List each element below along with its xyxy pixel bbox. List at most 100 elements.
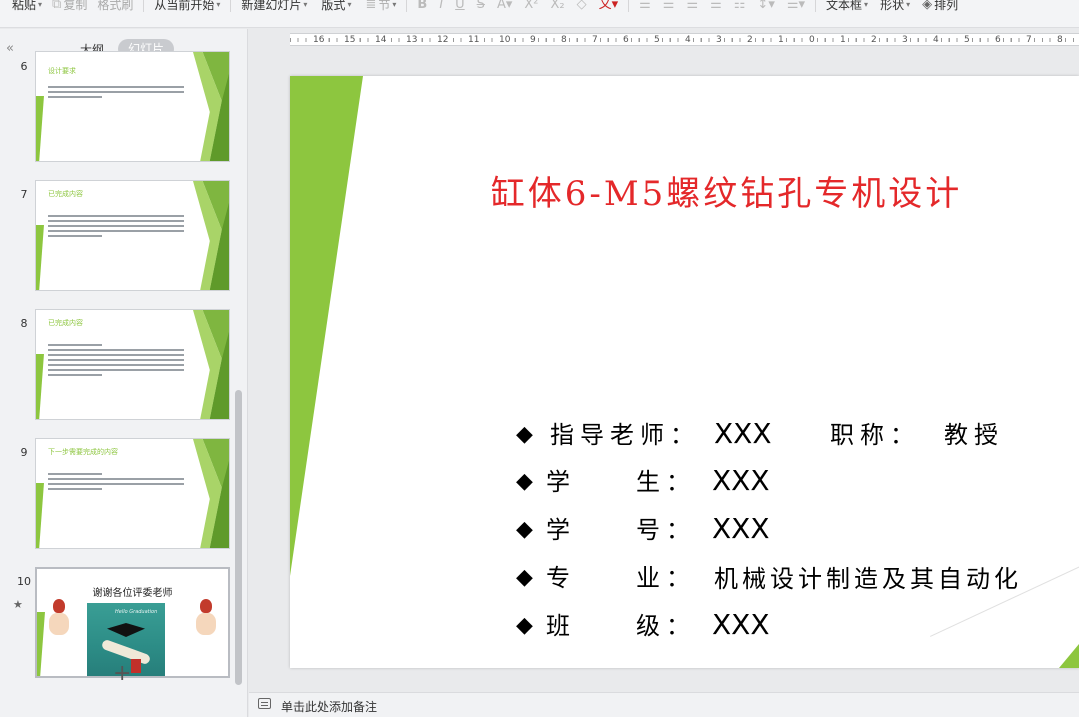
copy-button[interactable]: ⧉ 复制 (52, 0, 87, 11)
italic-icon[interactable]: I (439, 0, 443, 11)
ruler-label: 4 (932, 34, 940, 45)
thumbnail-text-lines (48, 473, 184, 493)
slide-title[interactable]: 缸体6-M5螺纹钻孔专机设计 (290, 166, 1079, 215)
distributed-icon[interactable]: ☷ (734, 0, 746, 11)
ruler-label: 5 (653, 34, 661, 45)
bold-icon[interactable]: B (417, 0, 427, 11)
ruler-label: 6 (622, 34, 630, 45)
ruler-label: 2 (746, 34, 754, 45)
slide-thumbnail-8[interactable]: 已完成内容 (35, 309, 230, 420)
notes-bar[interactable]: 单击此处添加备注 (249, 692, 1079, 717)
diamond-bullet-icon: ◆ (516, 613, 533, 638)
thumbnail-decoration (181, 439, 229, 548)
ruler-label: 8 (1056, 34, 1064, 45)
ruler-label: 4 (684, 34, 692, 45)
panel-scrollbar[interactable] (235, 390, 242, 685)
align-center-icon[interactable]: ☰ (663, 0, 675, 11)
new-slide-button[interactable]: 新建幻灯片 ▾ (241, 0, 307, 11)
collapse-panel-icon[interactable]: « (6, 41, 14, 56)
ruler-label: 3 (715, 34, 723, 45)
slide-thumbnail-7[interactable]: 已完成内容 (35, 180, 230, 291)
layout-button[interactable]: 版式 ▾ (321, 0, 351, 11)
play-from-current-button[interactable]: 从当前开始 ▾ (154, 0, 220, 11)
graduation-cap-icon (107, 623, 145, 637)
clipboard-group: 粘贴 ▾ ⧉ 复制 格式刷 (0, 0, 145, 12)
clear-format-icon[interactable]: ◇ (577, 0, 587, 11)
notes-placeholder[interactable]: 单击此处添加备注 (281, 698, 377, 715)
thumbnail-text-lines (48, 215, 184, 240)
chevron-down-icon: ▾ (906, 0, 911, 9)
section-button[interactable]: ≣ 节 ▾ (365, 0, 396, 11)
ruler-label: 16 (312, 34, 326, 45)
thumbnail-decoration (181, 310, 229, 419)
chevron-down-icon: ▾ (38, 0, 43, 9)
underline-icon[interactable]: U (455, 0, 465, 11)
info-label: 专 业： (546, 564, 696, 592)
subscript-icon[interactable]: X₂ (550, 0, 564, 11)
thumbnail-decoration (37, 611, 45, 676)
info-label: 学 号： (546, 516, 696, 544)
line-spacing-icon[interactable]: ↕▾ (757, 0, 774, 11)
info-value: XXX (712, 608, 770, 641)
green-triangle-decoration (290, 76, 363, 576)
thumbnail-number: 10 (17, 575, 31, 588)
thumbnail-number: 7 (20, 188, 28, 201)
layers-icon: ◈ (922, 0, 933, 12)
ruler-label: 9 (529, 34, 537, 45)
green-corner-decoration (1059, 644, 1079, 668)
slide-thumbnail-6[interactable]: 设计要求 (35, 51, 230, 162)
arrange-label: 排列 (934, 0, 959, 12)
font-color-icon[interactable]: A▾ (497, 0, 512, 11)
torch-hand-icon (196, 599, 216, 639)
section-icon: ≣ (365, 0, 377, 12)
thumbnail-number: 8 (20, 317, 28, 330)
chevron-down-icon: ▾ (864, 0, 869, 9)
diamond-bullet-icon: ◆ (516, 422, 533, 447)
format-painter-button[interactable]: 格式刷 (97, 0, 133, 11)
info-extra-value: 教授 (944, 421, 1004, 449)
strikethrough-icon[interactable]: S (477, 0, 485, 11)
superscript-icon[interactable]: X² (524, 0, 538, 11)
thumbnail-decoration (36, 353, 44, 419)
ruler-label: 1 (777, 34, 785, 45)
horizontal-ruler: 16 15 14 13 12 11 10 9 8 7 6 5 4 3 2 1 0 1 2 3 4 5 6 7 8 (290, 33, 1079, 46)
ruler-label: 12 (436, 34, 450, 45)
play-from-current-label: 从当前开始 (154, 0, 215, 12)
phonetic-icon[interactable]: 文▾ (599, 0, 619, 11)
text-box-button[interactable]: 文本框 ▾ (826, 0, 868, 11)
info-value: XXX (712, 464, 770, 497)
insert-group: 文本框 ▾ 形状 ▾ ◈ 排列 (816, 0, 968, 12)
thumbnail-decoration (181, 52, 229, 161)
thumbnail-number: 9 (20, 446, 28, 459)
align-left-icon[interactable]: ☰ (639, 0, 651, 11)
chevron-down-icon: ▾ (392, 0, 397, 9)
new-slide-label: 新建幻灯片 (241, 0, 302, 12)
info-value: 机械设计制造及其自动化 (714, 565, 1022, 593)
thumbnail-title: 已完成内容 (48, 190, 83, 198)
info-value: XXX (712, 512, 770, 545)
section-label: 节 (378, 0, 391, 12)
diamond-bullet-icon: ◆ (516, 469, 533, 494)
align-right-icon[interactable]: ☰ (686, 0, 698, 11)
list-icon[interactable]: ☰▾ (787, 0, 805, 11)
info-label: 指导老师： (550, 421, 700, 449)
thumbnail-decoration (181, 181, 229, 290)
torch-hand-icon (49, 599, 69, 639)
arrange-button[interactable]: ◈ 排列 (922, 0, 958, 11)
chevron-down-icon: ▾ (347, 0, 352, 9)
notes-icon (258, 698, 271, 709)
ruler-label: 2 (870, 34, 878, 45)
thumbnail-title: 设计要求 (48, 67, 76, 75)
add-slide-button[interactable]: + (113, 663, 131, 685)
paste-button[interactable]: 粘贴 ▾ (12, 0, 42, 11)
shape-button[interactable]: 形状 ▾ (880, 0, 910, 11)
slide-thumbnail-10[interactable]: 谢谢各位评委老师 Hello Graduation (35, 567, 230, 678)
shape-label: 形状 (880, 0, 905, 12)
ruler-label: 0 (808, 34, 816, 45)
slide-thumbnail-9[interactable]: 下一步需要完成的内容 (35, 438, 230, 549)
justify-icon[interactable]: ☰ (710, 0, 722, 11)
toolbar: 粘贴 ▾ ⧉ 复制 格式刷 从当前开始 ▾ 新建幻灯片 ▾ 版式 ▾ ≣ 节 ▾ B I U … (0, 0, 1079, 28)
font-format-group: B I U S A▾ X² X₂ ◇ 文▾ (407, 0, 630, 12)
thumbnail-text-lines (48, 344, 184, 379)
slide-canvas[interactable]: 缸体6-M5螺纹钻孔专机设计 ◆ 指导老师： XXX 职称： 教授 ◆ 学 生：… (290, 76, 1079, 668)
